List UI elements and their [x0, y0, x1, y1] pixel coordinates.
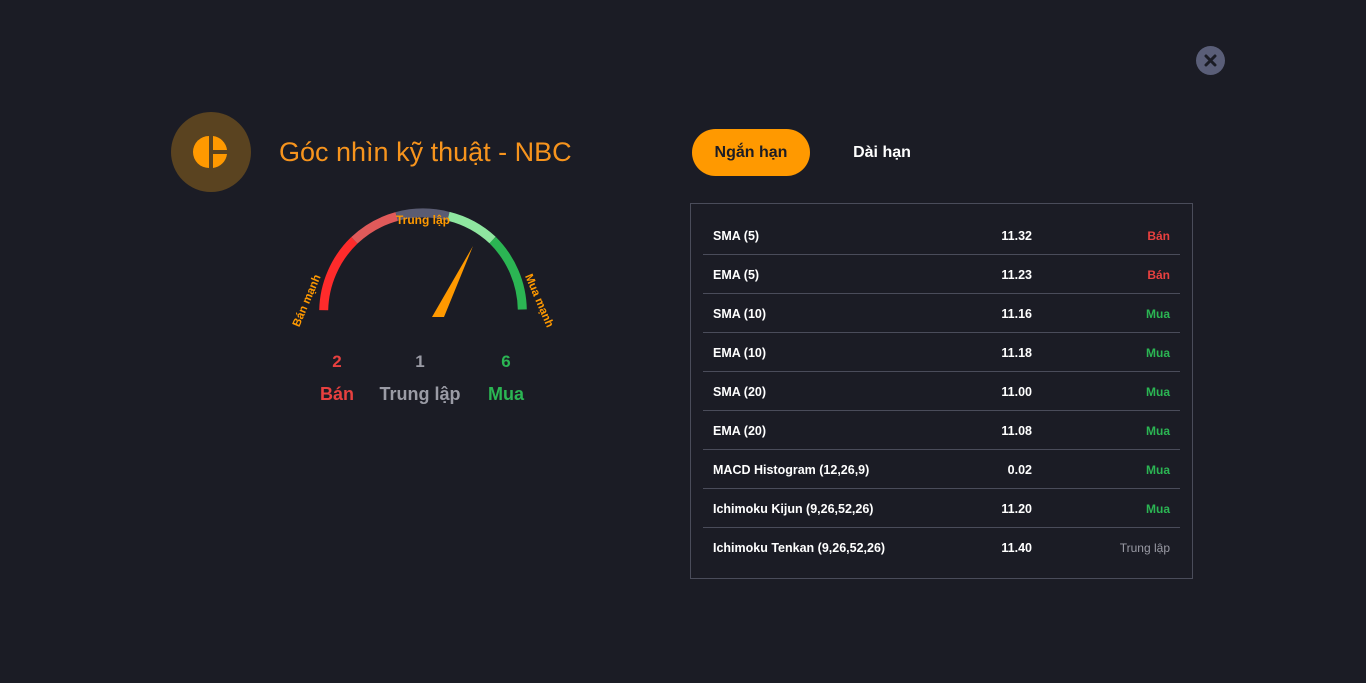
gauge-label-strong-buy: Mua mạnh — [522, 272, 555, 329]
table-row: MACD Histogram (12,26,9) 0.02 Mua — [703, 450, 1180, 489]
table-row: SMA (5) 11.32 Bán — [703, 216, 1180, 255]
neutral-count: 1 — [415, 352, 425, 371]
indicator-signal: Mua — [1146, 463, 1170, 477]
indicator-value: 11.16 — [1001, 307, 1032, 321]
table-row: SMA (20) 11.00 Mua — [703, 372, 1180, 411]
buy-label: Mua — [488, 384, 524, 404]
tab-long-term[interactable]: Dài hạn — [832, 129, 932, 176]
indicator-value: 11.40 — [1001, 541, 1032, 555]
indicator-name: MACD Histogram (12,26,9) — [713, 463, 870, 477]
indicator-value: 11.18 — [1001, 346, 1032, 360]
indicator-signal: Mua — [1146, 424, 1170, 438]
close-button[interactable] — [1196, 46, 1225, 75]
table-row: Ichimoku Tenkan (9,26,52,26) 11.40 Trung… — [703, 528, 1180, 567]
indicator-name: Ichimoku Tenkan (9,26,52,26) — [713, 541, 886, 555]
logo — [171, 112, 251, 192]
indicator-name: SMA (5) — [713, 229, 760, 243]
sell-count: 2 — [332, 352, 342, 371]
page-title: Góc nhìn kỹ thuật - NBC — [279, 137, 572, 167]
indicator-value: 11.08 — [1001, 424, 1032, 438]
indicator-value: 11.32 — [1001, 229, 1032, 243]
indicator-name: Ichimoku Kijun (9,26,52,26) — [713, 502, 874, 516]
gauge-needle — [432, 246, 473, 317]
indicator-signal: Mua — [1146, 502, 1170, 516]
gauge-arc-buy — [447, 211, 496, 244]
sentiment-gauge: Trung lập Bán mạnh Mua mạnh — [270, 200, 570, 350]
gauge-arc-strong-sell — [319, 237, 358, 311]
gauge-arc-strong-buy — [489, 236, 527, 310]
gauge-arc-sell — [351, 212, 399, 244]
buy-count: 6 — [501, 352, 511, 371]
table-row: EMA (10) 11.18 Mua — [703, 333, 1180, 372]
table-row: EMA (5) 11.23 Bán — [703, 255, 1180, 294]
indicator-signal: Mua — [1146, 307, 1170, 321]
indicator-name: EMA (10) — [713, 346, 767, 360]
table-row: EMA (20) 11.08 Mua — [703, 411, 1180, 450]
indicator-name: SMA (10) — [713, 307, 767, 321]
close-icon — [1204, 54, 1217, 67]
sell-label: Bán — [319, 384, 355, 404]
table-row: SMA (10) 11.16 Mua — [703, 294, 1180, 333]
neutral-label: Trung lập — [379, 384, 461, 404]
indicator-value: 11.23 — [1001, 268, 1032, 282]
indicator-value: 0.02 — [1007, 463, 1032, 477]
indicator-signal: Bán — [1147, 229, 1170, 243]
indicator-name: SMA (20) — [713, 385, 767, 399]
table-row: Ichimoku Kijun (9,26,52,26) 11.20 Mua — [703, 489, 1180, 528]
gauge-label-strong-sell: Bán mạnh — [291, 273, 324, 329]
indicator-signal: Trung lập — [1119, 541, 1170, 555]
indicator-value: 11.20 — [1001, 502, 1032, 516]
indicator-value: 11.00 — [1001, 385, 1032, 399]
indicator-table: SMA (5) 11.32 Bán EMA (5) 11.23 Bán SMA … — [690, 203, 1193, 579]
gauge-label-neutral: Trung lập — [396, 213, 450, 227]
indicator-name: EMA (5) — [713, 268, 760, 282]
signal-summary: 2 1 6 Bán Trung lập Mua — [0, 352, 660, 412]
indicator-signal: Bán — [1147, 268, 1170, 282]
tab-short-term[interactable]: Ngắn hạn — [692, 129, 810, 176]
indicator-signal: Mua — [1146, 385, 1170, 399]
indicator-name: EMA (20) — [713, 424, 767, 438]
pie-chart-icon — [193, 136, 227, 168]
indicator-signal: Mua — [1146, 346, 1170, 360]
